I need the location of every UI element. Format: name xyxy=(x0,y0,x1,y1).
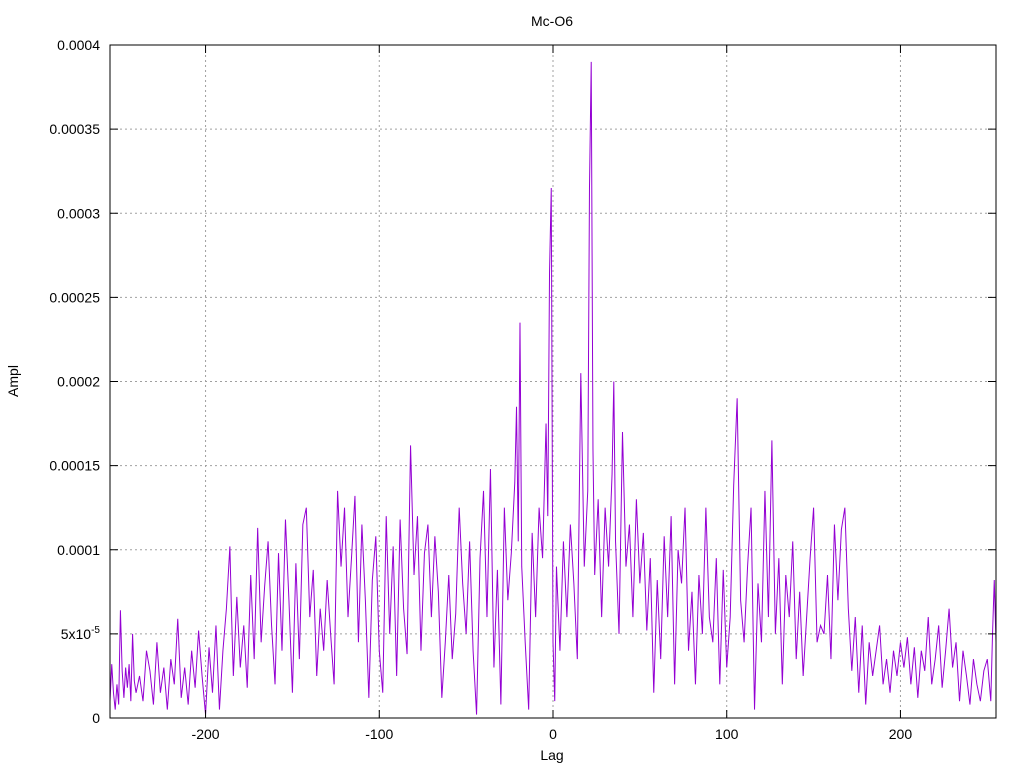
x-tick-label: 100 xyxy=(715,726,739,742)
y-tick-label: 0.0004 xyxy=(57,37,100,53)
x-tick-label: -100 xyxy=(365,726,393,742)
x-axis-label: Lag xyxy=(540,747,563,763)
y-tick-label: 0.0001 xyxy=(57,542,100,558)
y-tick-label: 0.0003 xyxy=(57,205,100,221)
x-tick-label: 200 xyxy=(889,726,913,742)
y-tick-label: 0.0002 xyxy=(57,374,100,390)
x-tick-label: -200 xyxy=(192,726,220,742)
chart-title: Mc-O6 xyxy=(531,13,573,29)
y-tick-label: 0.00035 xyxy=(49,121,100,137)
y-tick-label: 0.00015 xyxy=(49,458,100,474)
y-axis-label: Ampl xyxy=(5,365,21,397)
y-tick-label: 0.00025 xyxy=(49,289,100,305)
y-tick-label: 0 xyxy=(92,710,100,726)
chart: -200 -100 0 100 20005x10-50.00010.000150.000… xyxy=(0,0,1024,768)
x-tick-label: 0 xyxy=(549,726,557,742)
